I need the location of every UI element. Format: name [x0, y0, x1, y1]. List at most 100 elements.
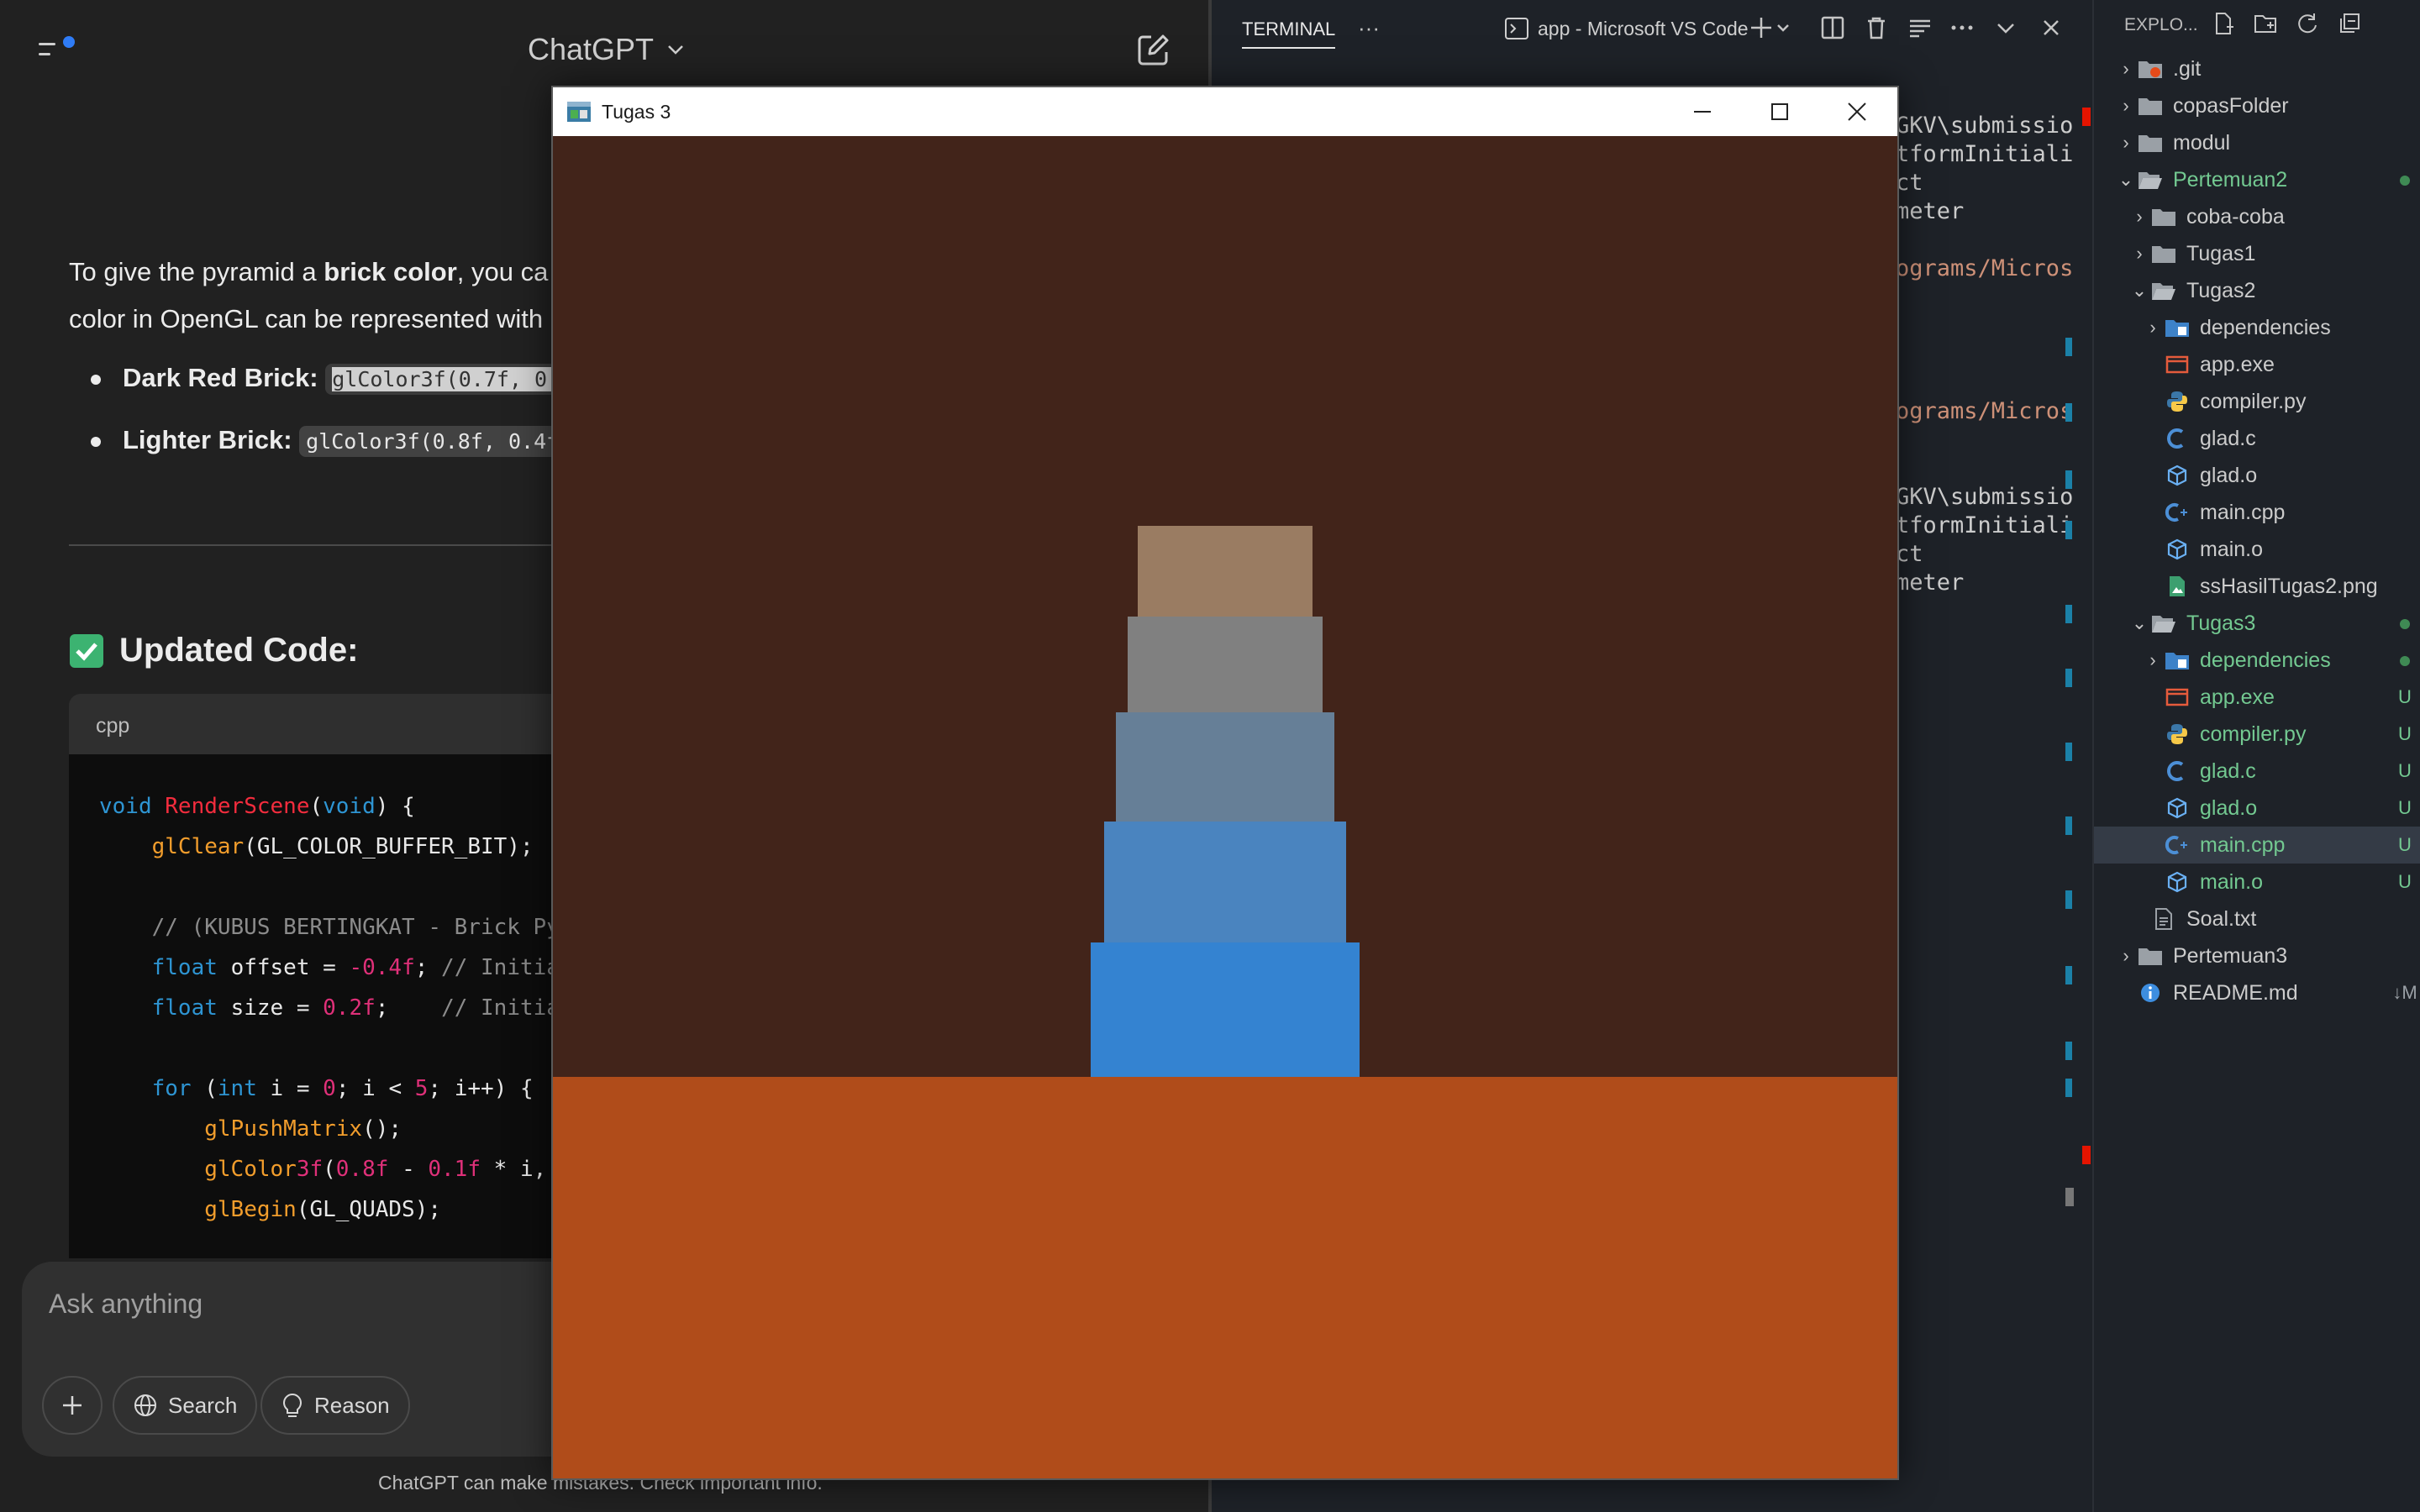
object-file-icon — [2163, 795, 2191, 821]
info-icon — [2136, 980, 2165, 1005]
chevron-down-icon[interactable] — [1993, 15, 2018, 40]
tree-item-tugas1[interactable]: › Tugas1 — [2094, 235, 2420, 272]
tree-item-dependencies[interactable]: › dependencies — [2094, 642, 2420, 679]
folder-lib-icon — [2163, 315, 2191, 340]
scrollbar-thumb[interactable] — [2065, 1188, 2074, 1206]
terminal-line: ct — [1896, 170, 1923, 196]
tree-item-tugas3[interactable]: ⌄ Tugas3 — [2094, 605, 2420, 642]
tree-item-tugas2[interactable]: ⌄ Tugas2 — [2094, 272, 2420, 309]
exe-icon — [2163, 352, 2191, 377]
reason-button[interactable]: Reason — [260, 1376, 410, 1435]
ellipsis-icon[interactable] — [1949, 15, 1975, 40]
chevron-down-icon: ⌄ — [2118, 169, 2134, 190]
tree-item-glad-c[interactable]: glad.c U — [2094, 753, 2420, 790]
modified-dot — [2400, 176, 2410, 186]
new-file-icon[interactable] — [2212, 12, 2235, 35]
untracked-badge: U — [2398, 871, 2412, 892]
model-selector[interactable]: ChatGPT — [528, 32, 686, 67]
folder-open-icon — [2136, 167, 2165, 192]
tree-item-app-exe[interactable]: app.exe U — [2094, 679, 2420, 716]
modified-dot — [2400, 619, 2410, 629]
scrollbar-marker — [2065, 403, 2072, 422]
object-file-icon — [2163, 537, 2191, 562]
python-icon — [2163, 722, 2191, 747]
tree-item-soal-txt[interactable]: Soal.txt — [2094, 900, 2420, 937]
inline-code: glColor3f(0.8f, 0.4f — [299, 426, 566, 457]
terminal-line: GKV\submissio — [1896, 113, 2074, 139]
new-terminal-icon[interactable] — [1751, 15, 1791, 40]
new-chat-icon[interactable] — [1134, 32, 1171, 69]
tree-item-coba-coba[interactable]: › coba-coba — [2094, 198, 2420, 235]
close-button[interactable] — [1818, 87, 1896, 136]
terminal-line: tformInitiali — [1896, 141, 2074, 167]
scrollbar-marker — [2065, 605, 2072, 623]
chevron-right-icon: › — [2123, 132, 2129, 153]
section-heading: Updated Code: — [69, 632, 358, 669]
sidebar-toggle-icon[interactable] — [37, 35, 79, 64]
tree-item-main-cpp-selected[interactable]: main.cpp U — [2094, 827, 2420, 864]
answer-paragraph-line1: To give the pyramid a brick color, you c… — [69, 257, 549, 286]
terminal-line: ct — [1896, 541, 1923, 567]
bullet-dark-red-brick: Dark Red Brick: glColor3f(0.7f, 0. — [123, 363, 567, 395]
tree-item-compiler-py[interactable]: compiler.py — [2094, 383, 2420, 420]
tree-item-main-o[interactable]: main.o U — [2094, 864, 2420, 900]
app-window-icon — [566, 101, 592, 123]
collapse-all-icon[interactable] — [2338, 12, 2361, 35]
tree-item-app-exe[interactable]: app.exe — [2094, 346, 2420, 383]
tree-item-compiler-py[interactable]: compiler.py U — [2094, 716, 2420, 753]
bullet-dot — [91, 375, 101, 385]
close-panel-icon[interactable] — [2039, 15, 2064, 40]
tree-item-main-o[interactable]: main.o — [2094, 531, 2420, 568]
search-label: Search — [168, 1392, 238, 1418]
maximize-icon — [1771, 103, 1788, 120]
tree-item-dependencies[interactable]: › dependencies — [2094, 309, 2420, 346]
pyramid-tier — [1104, 822, 1346, 942]
git-folder-icon — [2136, 56, 2165, 81]
chevron-right-icon: › — [2123, 58, 2129, 79]
explorer-sidebar: › .git › copasFolder › modul ⌄ Pertemuan2 › c… — [2092, 0, 2420, 1512]
pyramid-tier — [1128, 617, 1323, 712]
refresh-icon[interactable] — [2296, 12, 2319, 35]
new-folder-icon[interactable] — [2254, 12, 2277, 35]
clear-terminal-icon[interactable] — [1907, 15, 1933, 40]
tree-item-glad-o[interactable]: glad.o U — [2094, 790, 2420, 827]
tree-item-modul[interactable]: › modul — [2094, 124, 2420, 161]
tree-item-readme-md[interactable]: README.md ↓M — [2094, 974, 2420, 1011]
attach-button[interactable] — [42, 1376, 103, 1435]
bullet-lighter-brick: Lighter Brick: glColor3f(0.8f, 0.4f — [123, 425, 566, 457]
inline-code: glColor3f(0.7f, 0. — [325, 364, 567, 395]
modified-dot — [2400, 656, 2410, 666]
scrollbar-marker — [2065, 743, 2072, 761]
tree-item-pertemuan3[interactable]: › Pertemuan3 — [2094, 937, 2420, 974]
more-actions-icon[interactable]: ··· — [1358, 15, 1380, 41]
search-button[interactable]: Search — [113, 1376, 258, 1435]
maximize-button[interactable] — [1741, 87, 1818, 136]
model-title: ChatGPT — [528, 32, 655, 66]
tree-item-git[interactable]: › .git — [2094, 50, 2420, 87]
split-terminal-icon[interactable] — [1820, 15, 1845, 40]
tree-item-glad-c[interactable]: glad.c — [2094, 420, 2420, 457]
chevron-right-icon: › — [2149, 649, 2156, 670]
scrollbar-marker — [2065, 890, 2072, 909]
exe-icon — [2163, 685, 2191, 710]
chevron-down-icon: ⌄ — [2131, 280, 2148, 301]
text-file-icon — [2149, 906, 2178, 932]
object-file-icon — [2163, 869, 2191, 895]
python-icon — [2163, 389, 2191, 414]
terminal-instance[interactable]: app - Microsoft VS Code — [1504, 17, 1749, 40]
tree-item-main-cpp[interactable]: main.cpp — [2094, 494, 2420, 531]
folder-icon — [2136, 943, 2165, 969]
scrollbar-marker — [2065, 470, 2072, 489]
chevron-down-icon — [666, 43, 686, 56]
scrollbar-marker — [2065, 1079, 2072, 1097]
prompt-input[interactable]: Ask anything — [49, 1289, 203, 1320]
untracked-badge: U — [2398, 797, 2412, 818]
tree-item-pertemuan2[interactable]: ⌄ Pertemuan2 — [2094, 161, 2420, 198]
tree-item-sshasiltugas2-png[interactable]: ssHasilTugas2.png — [2094, 568, 2420, 605]
tab-terminal[interactable]: TERMINAL — [1242, 18, 1336, 49]
tree-item-copasfolder[interactable]: › copasFolder — [2094, 87, 2420, 124]
trash-icon[interactable] — [1864, 15, 1889, 40]
folder-icon — [2149, 241, 2178, 266]
minimize-button[interactable] — [1664, 87, 1741, 136]
tree-item-glad-o[interactable]: glad.o — [2094, 457, 2420, 494]
